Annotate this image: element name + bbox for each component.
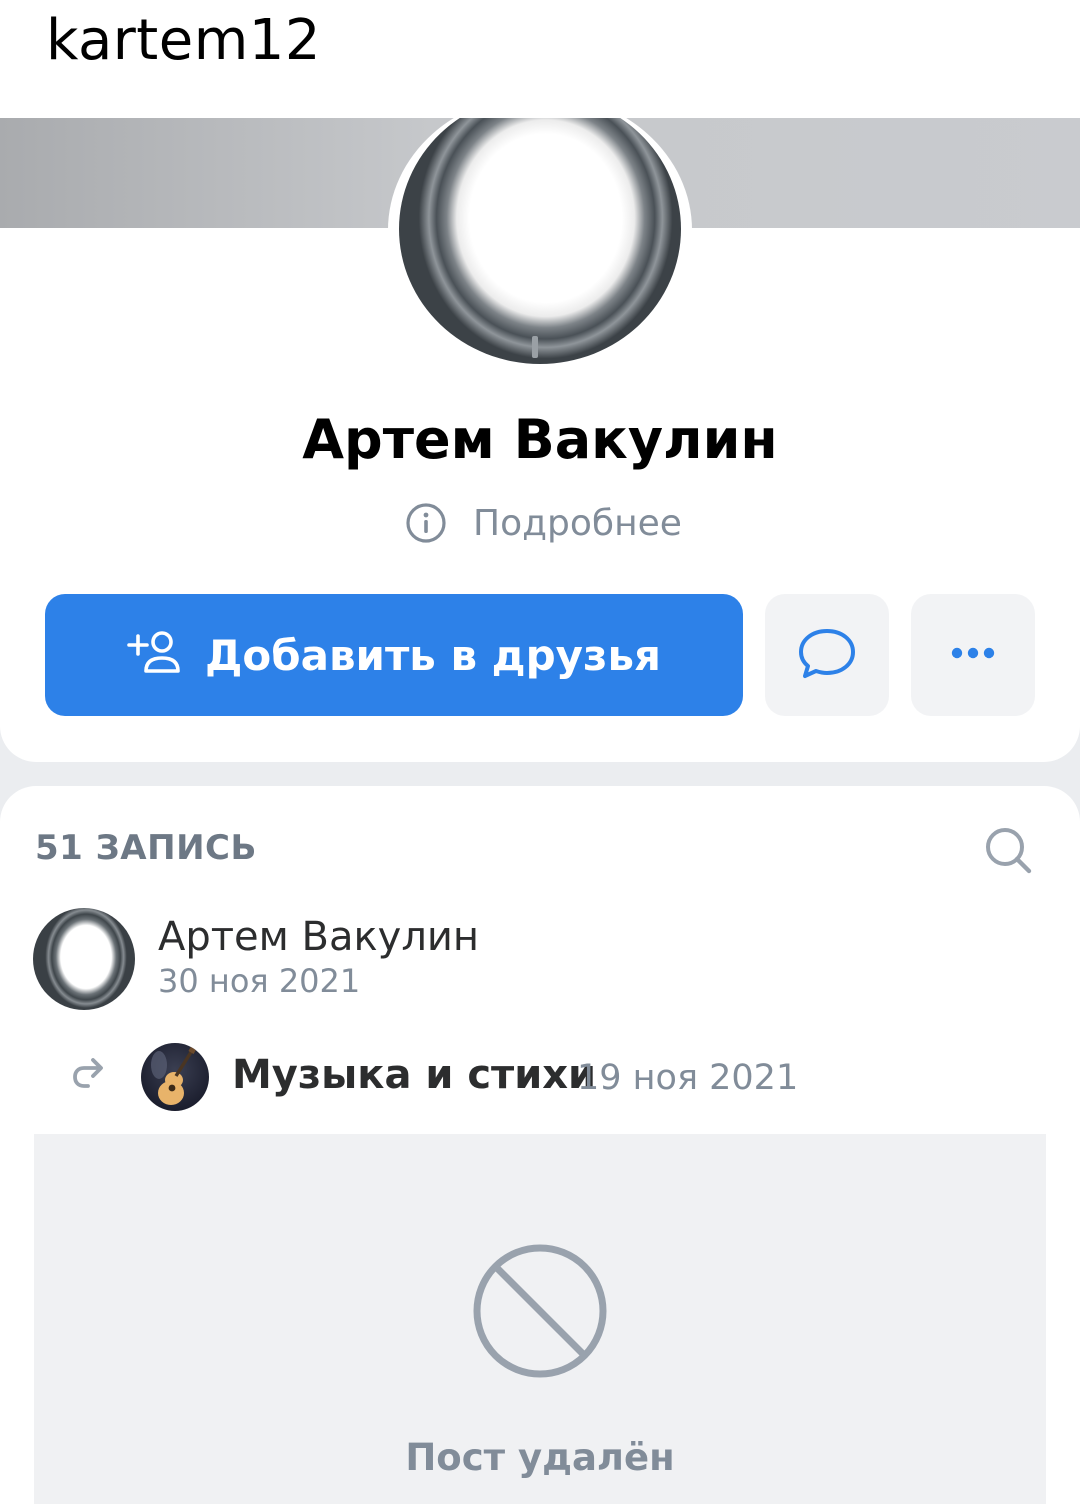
avatar-detail [532, 336, 538, 358]
repost-icon [70, 1056, 110, 1097]
wall-post-count: 51 ЗАПИСЬ [35, 828, 257, 868]
top-bar: kartem12 [0, 0, 1080, 118]
more-info-label: Подробнее [473, 502, 682, 544]
add-friend-icon [127, 629, 183, 682]
post-date[interactable]: 30 ноя 2021 [158, 962, 360, 1000]
guitar-image [151, 1044, 198, 1105]
post-author-avatar[interactable] [33, 908, 135, 1010]
add-friend-button[interactable]: Добавить в друзья [45, 594, 743, 716]
username-title: kartem12 [46, 8, 322, 73]
profile-name: Артем Вакулин [302, 408, 778, 471]
search-icon [984, 828, 1034, 880]
deleted-post-placeholder: Пост удалён [34, 1134, 1046, 1504]
message-button[interactable] [765, 594, 889, 716]
more-info-link[interactable]: Подробнее [405, 500, 682, 546]
wall-card: 51 ЗАПИСЬ Артем Вакулин 30 ноя 2021 Музы… [0, 786, 1080, 1504]
repost-group-name[interactable]: Музыка и стихи [232, 1052, 596, 1098]
wall-search-button[interactable] [984, 826, 1034, 881]
post-author-name[interactable]: Артем Вакулин [158, 914, 479, 960]
add-friend-label: Добавить в друзья [205, 630, 661, 680]
profile-card: Артем Вакулин Подробнее Добавить в друзь… [0, 118, 1080, 762]
more-icon [949, 646, 997, 665]
more-button[interactable] [911, 594, 1035, 716]
deleted-icon [471, 1242, 609, 1385]
repost-date[interactable]: 19 ноя 2021 [577, 1058, 798, 1098]
deleted-post-label: Пост удалён [405, 1436, 675, 1479]
info-icon [405, 502, 447, 544]
message-icon [797, 625, 857, 686]
repost-group-avatar[interactable] [141, 1043, 209, 1111]
